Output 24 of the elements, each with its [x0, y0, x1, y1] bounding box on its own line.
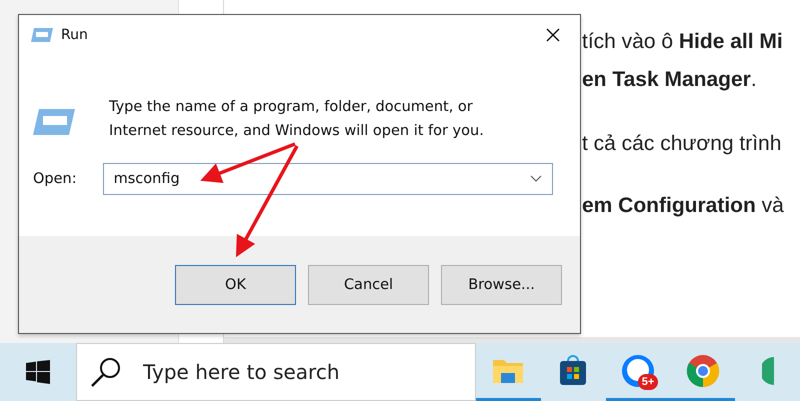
chevron-down-icon — [530, 175, 542, 183]
notification-badge: 5+ — [638, 374, 658, 390]
document-text: em Configuration và — [582, 194, 785, 218]
open-combobox[interactable]: msconfig — [102, 163, 553, 195]
run-icon — [31, 28, 53, 42]
windows-icon — [26, 360, 50, 384]
run-icon — [33, 109, 75, 135]
close-icon — [546, 28, 560, 42]
search-input[interactable]: Type here to search — [140, 359, 475, 385]
description-text: Type the name of a program, folder, document, or Internet resource, and Windows will open it for you. — [109, 98, 485, 141]
dialog-button[interactable]: OK — [175, 264, 296, 304]
search-icon — [88, 355, 123, 389]
dialog-button[interactable]: Cancel — [308, 264, 429, 304]
search-box[interactable]: Type here to search — [76, 343, 476, 401]
document-text: t cả các chương trình — [582, 132, 782, 156]
open-label: Open: — [33, 171, 77, 187]
document-text: en Task Manager. — [582, 68, 758, 92]
open-input[interactable]: msconfig — [114, 171, 530, 187]
document-text: tích vào ô Hide all Mi — [582, 30, 784, 54]
browser-icon — [686, 354, 720, 388]
dialog-button[interactable]: Browse... — [441, 264, 562, 304]
window-title: Run — [61, 27, 89, 43]
taskbar-app-button[interactable]: 5+ — [606, 343, 670, 401]
app-icon — [762, 354, 774, 386]
